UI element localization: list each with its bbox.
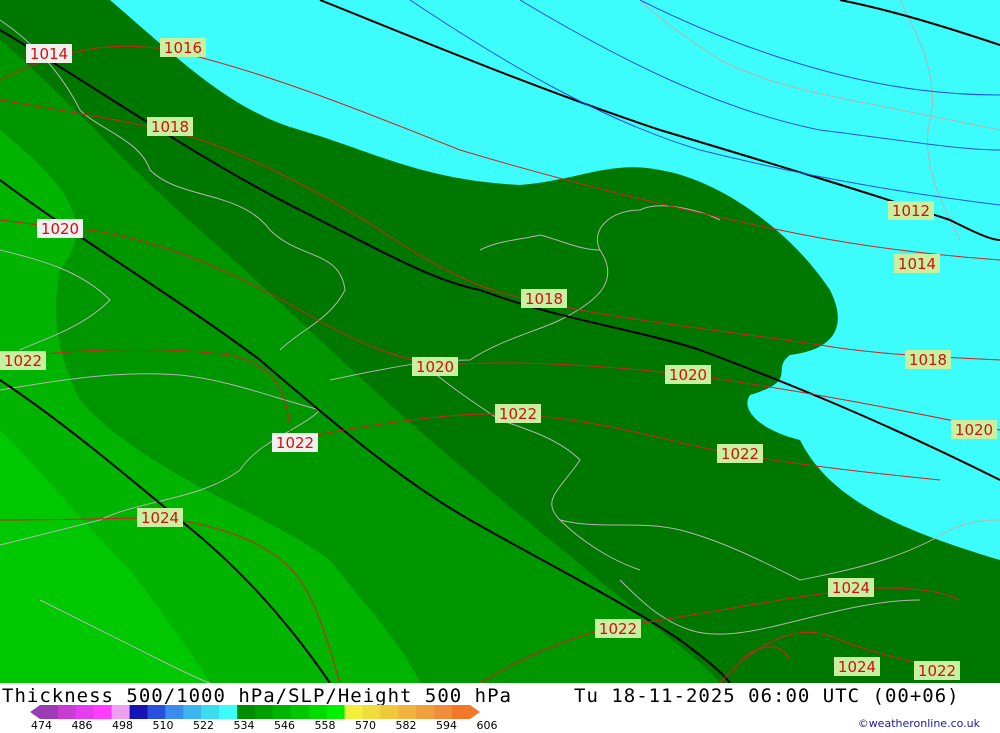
scale-tick-label: 570 xyxy=(355,719,376,732)
scale-swatch xyxy=(183,705,202,719)
isobar-label: 1018 xyxy=(521,289,567,308)
scale-swatch xyxy=(434,705,453,719)
footer: Thickness 500/1000 hPa/SLP/Height 500 hP… xyxy=(0,683,1000,733)
credit-link[interactable]: ©weatheronline.co.uk xyxy=(858,717,980,730)
scale-swatch xyxy=(40,705,59,719)
isobar-label: 1024 xyxy=(137,508,183,527)
isobar-label: 1020 xyxy=(37,219,83,238)
isobar-label-text: 1022 xyxy=(918,662,956,680)
scale-swatch xyxy=(255,705,274,719)
isobar-label: 1022 xyxy=(0,351,46,370)
scale-swatch xyxy=(111,705,131,719)
isobar-label: 1020 xyxy=(951,420,997,439)
isobar-label-text: 1022 xyxy=(276,434,314,452)
scale-swatch xyxy=(272,705,292,719)
isobar-label: 1022 xyxy=(495,404,541,423)
scale-swatch xyxy=(147,705,166,719)
scale-tick-label: 498 xyxy=(112,719,133,732)
scale-swatch xyxy=(308,705,328,719)
isobar-label-text: 1012 xyxy=(892,202,930,220)
isobar-label-text: 1022 xyxy=(499,405,537,423)
scale-tick-label: 510 xyxy=(152,719,174,732)
isobar-label: 1022 xyxy=(914,661,960,680)
scale-swatch xyxy=(165,705,184,719)
scale-swatch xyxy=(398,705,417,719)
scale-swatch xyxy=(219,705,238,719)
weather-map: 1014 1016 1018 1020 1022 1024 1018 1020 1022 1022… xyxy=(0,0,1000,684)
isobar-label-text: 1020 xyxy=(416,358,454,376)
scale-tick-label: 534 xyxy=(233,719,255,732)
scale-arrow-left xyxy=(30,705,40,719)
scale-arrow-right xyxy=(470,705,480,719)
isobar-label-text: 1014 xyxy=(898,255,936,273)
isobar-label: 1020 xyxy=(412,357,458,376)
scale-swatch xyxy=(57,705,77,719)
isobar-label: 1022 xyxy=(272,433,318,452)
isobar-label-text: 1016 xyxy=(164,39,202,57)
scale-swatch xyxy=(201,705,220,719)
scale-tick-label: 546 xyxy=(274,719,295,732)
scale-swatch xyxy=(75,705,95,719)
isobar-label: 1022 xyxy=(595,619,641,638)
scale-tick-label: 594 xyxy=(436,719,457,732)
scale-swatch xyxy=(344,705,363,719)
isobar-label-text: 1020 xyxy=(955,421,993,439)
isobar-label-text: 1014 xyxy=(30,45,68,63)
isobar-label: 1024 xyxy=(834,657,880,676)
scale-tick-label: 474 xyxy=(31,719,52,732)
scale-tick-label: 606 xyxy=(476,719,498,732)
isobar-label-text: 1018 xyxy=(525,290,563,308)
isobar-label-text: 1022 xyxy=(599,620,637,638)
isobar-label-text: 1020 xyxy=(669,366,707,384)
scale-tick-label: 582 xyxy=(395,719,417,732)
isobar-label-text: 1018 xyxy=(151,118,189,136)
isobar-label-text: 1022 xyxy=(721,445,759,463)
isobar-label: 1018 xyxy=(905,350,951,369)
scale-swatch xyxy=(362,705,381,719)
isobar-label: 1024 xyxy=(828,578,874,597)
isobar-label: 1020 xyxy=(665,365,711,384)
isobar-label-text: 1024 xyxy=(838,658,876,676)
isobar-label: 1014 xyxy=(26,44,72,63)
scale-swatch xyxy=(237,705,256,719)
scale-swatch xyxy=(416,705,435,719)
map-datetime: Tu 18-11-2025 06:00 UTC (00+06) xyxy=(574,685,960,707)
isobar-label: 1016 xyxy=(160,38,206,57)
thickness-color-scale xyxy=(30,705,480,719)
scale-tick-label: 486 xyxy=(71,719,93,732)
isobar-label: 1022 xyxy=(717,444,763,463)
map-title: Thickness 500/1000 hPa/SLP/Height 500 hP… xyxy=(2,685,512,707)
scale-swatch xyxy=(452,705,471,719)
scale-swatch xyxy=(93,705,113,719)
scale-tick-label: 522 xyxy=(193,719,214,732)
scale-swatch xyxy=(129,705,148,719)
isobar-label: 1018 xyxy=(147,117,193,136)
isobar-label-text: 1018 xyxy=(909,351,947,369)
isobar-label-text: 1024 xyxy=(141,509,179,527)
scale-swatch xyxy=(326,705,346,719)
scale-tick-label: 558 xyxy=(314,719,336,732)
isobar-label-text: 1024 xyxy=(832,579,870,597)
scale-swatch xyxy=(290,705,310,719)
isobar-label-text: 1020 xyxy=(41,220,79,238)
scale-swatch xyxy=(380,705,399,719)
isobar-label: 1012 xyxy=(888,201,934,220)
isobar-label: 1014 xyxy=(894,254,940,273)
isobar-label-text: 1022 xyxy=(4,352,42,370)
